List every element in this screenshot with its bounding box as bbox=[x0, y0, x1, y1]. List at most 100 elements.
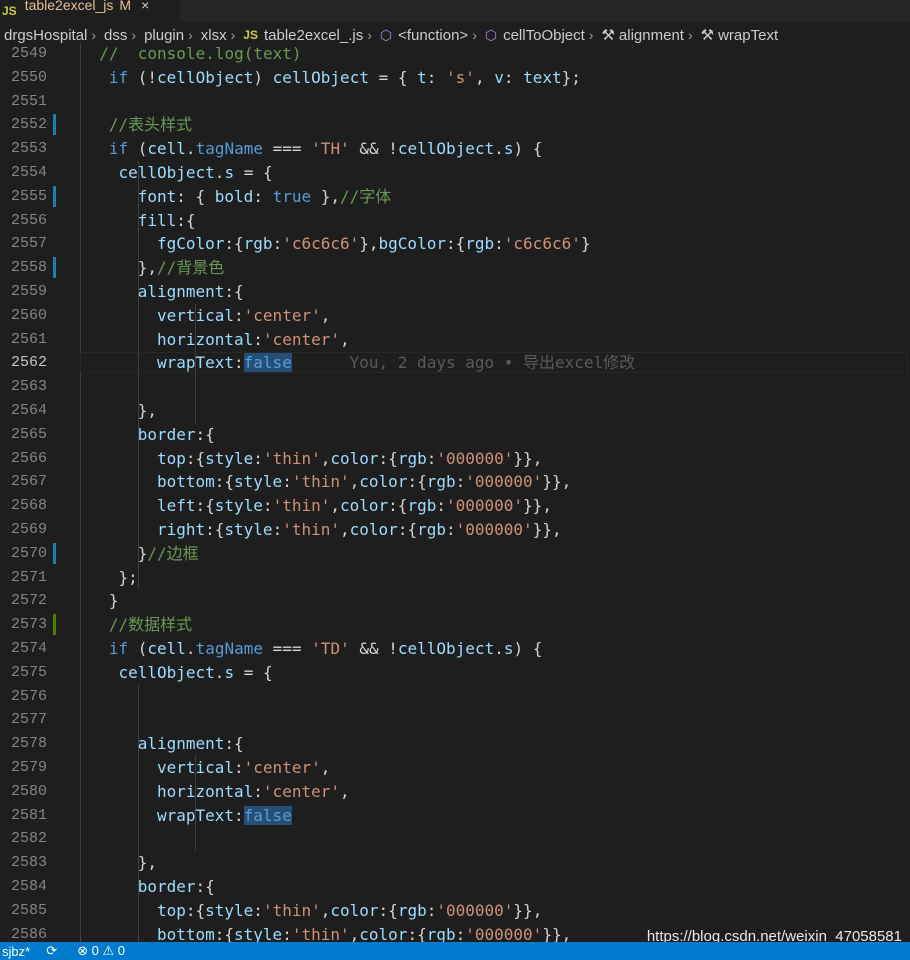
code-line[interactable]: 2574 if (cell.tagName === 'TD' && !cellOb… bbox=[0, 637, 910, 661]
git-branch[interactable]: sjbz* bbox=[2, 944, 30, 959]
code-line[interactable]: 2572} bbox=[0, 589, 910, 613]
breadcrumb-item[interactable]: JS table2excel_.js bbox=[239, 27, 363, 44]
code-line[interactable]: 2566 top:{style:'thin',color:{rgb:'000000… bbox=[0, 447, 910, 471]
code-text: wrapText:false You, 2 days ago • 导出excel… bbox=[157, 351, 635, 375]
code-token: : bbox=[455, 472, 466, 492]
code-line[interactable]: 2558},//背景色 bbox=[0, 256, 910, 280]
code-line[interactable]: 2564}, bbox=[0, 399, 910, 423]
code-line[interactable]: 2580 horizontal:'center', bbox=[0, 780, 910, 804]
code-token: font bbox=[137, 186, 177, 206]
code-line[interactable]: 2565 border:{ bbox=[0, 423, 910, 447]
code-line[interactable]: 2563 bbox=[0, 375, 910, 399]
line-number: 2583 bbox=[10, 854, 47, 872]
line-number: 2580 bbox=[10, 782, 47, 800]
code-line[interactable]: 2568 left:{style:'thin',color:{rgb:'00000… bbox=[0, 494, 910, 518]
code-line[interactable]: 2559 alignment:{ bbox=[0, 280, 910, 304]
code-line[interactable]: 2585 top:{style:'thin',color:{rgb:'000000… bbox=[0, 899, 910, 923]
cube-icon: ⬡ bbox=[484, 26, 498, 43]
code-token: //背景色 bbox=[156, 258, 225, 278]
code-line[interactable]: 2570}//边框 bbox=[0, 542, 910, 566]
code-line[interactable]: 2552 //表头样式 bbox=[0, 113, 910, 137]
code-token: : { bbox=[176, 186, 215, 206]
code-line[interactable]: 2567 bottom:{style:'thin',color:{rgb:'000… bbox=[0, 470, 910, 494]
editor-tab[interactable]: JS table2excel_js M × bbox=[0, 0, 180, 22]
code-text: vertical:'center', bbox=[157, 756, 330, 780]
code-line[interactable]: 2554 cellObject.s = { bbox=[0, 161, 910, 185]
code-text: wrapText:false bbox=[157, 804, 292, 828]
line-number: 2585 bbox=[10, 901, 47, 919]
line-number: 2582 bbox=[10, 830, 47, 848]
code-token: : bbox=[494, 234, 504, 254]
code-token: ( bbox=[128, 639, 148, 658]
line-number: 2567 bbox=[10, 473, 47, 491]
code-line[interactable]: 2556 fill:{ bbox=[0, 209, 910, 233]
breadcrumb-item[interactable]: ⚒ wrapText bbox=[697, 26, 778, 45]
code-token: = { bbox=[234, 662, 273, 682]
code-line[interactable]: 2581 wrapText:false bbox=[0, 804, 910, 828]
code-token: . bbox=[185, 139, 196, 159]
line-number: 2551 bbox=[10, 92, 47, 110]
code-token: && ! bbox=[349, 139, 398, 159]
code-line[interactable]: 2561 horizontal:'center', bbox=[0, 328, 910, 352]
code-token: }}, bbox=[513, 900, 543, 920]
line-number: 2577 bbox=[10, 711, 47, 729]
breadcrumb-item[interactable]: ⬡ <function> bbox=[376, 27, 468, 44]
code-text: bottom:{style:'thin',color:{rgb:'000000'… bbox=[157, 470, 571, 494]
code-token: : bbox=[426, 900, 437, 920]
code-line[interactable]: 2550 if (!cellObject) cellObject = { t: '… bbox=[0, 66, 910, 90]
code-line[interactable]: 2576 bbox=[0, 685, 910, 709]
code-token: vertical bbox=[156, 758, 235, 777]
code-token: : bbox=[426, 67, 447, 87]
code-token: }}, bbox=[532, 520, 562, 539]
code-token: : bbox=[253, 186, 273, 206]
code-line[interactable]: 2553 if (cell.tagName === 'TH' && !cellOb… bbox=[0, 137, 910, 161]
code-editor[interactable]: 2549// console.log(text) 2550 if (!cellObj… bbox=[0, 44, 910, 942]
code-line[interactable]: 2560 vertical:'center', bbox=[0, 304, 910, 328]
code-line[interactable]: 2549 // console.log(text) bbox=[0, 44, 910, 66]
code-token: 'TH' bbox=[311, 139, 350, 159]
breadcrumb-item[interactable]: dss bbox=[100, 27, 127, 44]
code-text: fgColor:{rgb:'c6c6c6'},bgColor:{rgb:'c6c… bbox=[157, 232, 591, 256]
code-token: :{ bbox=[388, 496, 408, 516]
selection-highlight: false bbox=[243, 353, 292, 373]
code-line[interactable]: 2573 //数据样式 bbox=[0, 613, 910, 637]
sync-icon[interactable]: ⟳ bbox=[46, 943, 57, 959]
code-line[interactable]: 2557 fgColor:{rgb:'c6c6c6'},bgColor:{rgb:… bbox=[0, 232, 910, 256]
line-number: 2557 bbox=[10, 235, 47, 253]
problems-indicator[interactable]: ⊗ 0 ⚠ 0 bbox=[77, 943, 125, 959]
code-token: color bbox=[349, 520, 398, 539]
code-line[interactable]: 2575 cellObject.s = { bbox=[0, 661, 910, 685]
code-text: }; bbox=[118, 566, 137, 590]
close-icon[interactable]: × bbox=[141, 0, 149, 13]
code-line[interactable]: 2583}, bbox=[0, 851, 910, 875]
breadcrumb-item[interactable]: xlsx bbox=[197, 27, 227, 44]
wrench-icon: ⚒ bbox=[700, 27, 715, 44]
code-token: :{ bbox=[397, 520, 418, 539]
code-line[interactable]: 2584 border:{ bbox=[0, 875, 910, 899]
code-token: rgb bbox=[426, 472, 456, 492]
code-line[interactable]: 2562 wrapText:false You, 2 days ago • 导出e… bbox=[0, 351, 910, 375]
code-token: = { bbox=[234, 163, 273, 182]
code-token: ) bbox=[253, 67, 273, 87]
code-line[interactable]: 2577 bbox=[0, 708, 910, 732]
line-number: 2556 bbox=[10, 211, 47, 229]
breadcrumb-label: dss bbox=[104, 26, 128, 44]
code-line[interactable]: 2582 bbox=[0, 827, 910, 851]
breadcrumb-item[interactable]: ⚒ alignment bbox=[597, 26, 684, 45]
line-number: 2575 bbox=[10, 663, 47, 681]
code-line[interactable]: 2578 alignment:{ bbox=[0, 732, 910, 756]
code-token: '000000' bbox=[436, 900, 514, 920]
code-line[interactable]: 2569 right:{style:'thin',color:{rgb:'0000… bbox=[0, 518, 910, 542]
breadcrumb-item[interactable]: plugin bbox=[140, 27, 184, 44]
code-token: , bbox=[339, 781, 350, 801]
code-line[interactable]: 2551 bbox=[0, 90, 910, 114]
code-token: : bbox=[253, 448, 263, 468]
code-line[interactable]: 2555 font: { bold: true },//字体 bbox=[0, 185, 910, 209]
breadcrumb-item[interactable]: ⬡ cellToObject bbox=[481, 27, 585, 44]
code-line[interactable]: 2579 vertical:'center', bbox=[0, 756, 910, 780]
code-token: }, bbox=[359, 234, 379, 254]
line-number: 2571 bbox=[10, 568, 47, 586]
code-line[interactable]: 2571}; bbox=[0, 566, 910, 590]
code-token: 'thin' bbox=[291, 472, 350, 492]
breadcrumb-item[interactable]: drgsHospital bbox=[0, 27, 87, 44]
